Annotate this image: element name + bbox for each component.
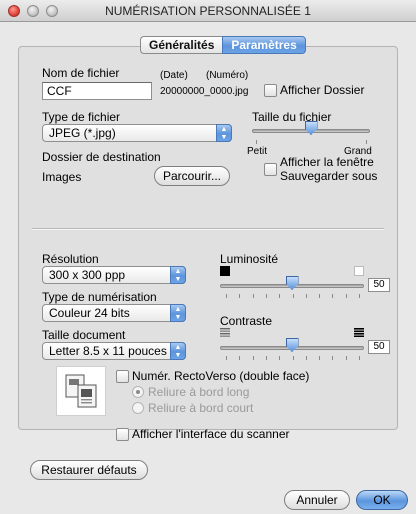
brightness-value[interactable]: 50 [368, 278, 390, 292]
scanner-interface-checkbox[interactable] [116, 428, 129, 441]
tick-mark [279, 294, 280, 298]
tick-mark [239, 356, 240, 360]
file-name-input[interactable]: CCF [42, 82, 152, 100]
document-size-select[interactable]: Letter 8.5 x 11 pouces ▲ ▼ [42, 342, 186, 360]
bind-short-edge-label: Reliure à bord court [148, 401, 254, 415]
document-size-value: Letter 8.5 x 11 pouces [49, 344, 167, 358]
tick-mark [253, 294, 254, 298]
number-label: (Numéro) [206, 70, 249, 81]
bind-long-edge-radio[interactable] [132, 386, 144, 398]
tick-mark [239, 294, 240, 298]
tab-general[interactable]: Généralités [140, 36, 223, 54]
scan-type-label: Type de numérisation [42, 290, 157, 304]
file-name-label: Nom de fichier [42, 66, 120, 80]
tab-parameters[interactable]: Paramètres [222, 36, 306, 54]
date-label: (Date) [160, 70, 188, 81]
show-folder-checkbox[interactable] [264, 84, 277, 97]
scan-type-value: Couleur 24 bits [49, 306, 130, 320]
tick-mark [346, 356, 347, 360]
tick-mark [253, 356, 254, 360]
show-folder-label: Afficher Dossier [280, 83, 365, 97]
tick-mark [256, 140, 257, 144]
tick-mark [359, 356, 360, 360]
document-size-label: Taille document [42, 328, 126, 342]
bind-short-edge-radio[interactable] [132, 402, 144, 414]
save-as-label-line1: Afficher la fenêtre [280, 155, 374, 169]
popup-arrows-icon: ▲ ▼ [216, 124, 232, 142]
tick-mark [306, 356, 307, 360]
file-size-label: Taille du fichier [252, 110, 332, 124]
popup-arrows-icon: ▲ ▼ [170, 342, 186, 360]
duplex-label: Numér. RectoVerso (double face) [132, 369, 310, 383]
contrast-ticks [226, 356, 360, 360]
tick-mark [332, 356, 333, 360]
brightness-ticks [226, 294, 360, 298]
tick-mark [279, 356, 280, 360]
contrast-value[interactable]: 50 [368, 340, 390, 354]
file-type-label: Type de fichier [42, 110, 121, 124]
tick-mark [332, 294, 333, 298]
contrast-label: Contraste [220, 314, 273, 328]
tick-mark [226, 294, 227, 298]
duplex-pages-icon [65, 374, 97, 408]
title-bar: NUMÉRISATION PERSONNALISÉE 1 [0, 0, 416, 22]
tick-mark [306, 294, 307, 298]
high-contrast-icon [354, 328, 364, 337]
cancel-button[interactable]: Annuler [284, 490, 350, 510]
brightness-label: Luminosité [220, 252, 279, 266]
tab-bar: Généralités Paramètres [140, 36, 306, 54]
scanner-interface-label: Afficher l'interface du scanner [132, 427, 290, 441]
dark-swatch-icon [220, 266, 230, 276]
tick-mark [266, 356, 267, 360]
duplex-icon [56, 366, 106, 416]
tick-mark [266, 294, 267, 298]
resolution-label: Résolution [42, 252, 99, 266]
tick-mark [319, 356, 320, 360]
popup-arrows-icon: ▲ ▼ [170, 266, 186, 284]
bind-long-edge-label: Reliure à bord long [148, 385, 250, 399]
save-as-checkbox[interactable] [264, 163, 277, 176]
tick-mark [293, 356, 294, 360]
tick-mark [366, 140, 367, 144]
ok-button[interactable]: OK [356, 490, 408, 510]
scan-type-select[interactable]: Couleur 24 bits ▲ ▼ [42, 304, 186, 322]
resolution-select[interactable]: 300 x 300 ppp ▲ ▼ [42, 266, 186, 284]
tick-mark [359, 294, 360, 298]
file-size-small-label: Petit [247, 146, 268, 157]
save-as-label-line2: Sauvegarder sous [280, 169, 378, 183]
restore-defaults-button[interactable]: Restaurer défauts [30, 460, 148, 480]
popup-arrows-icon: ▲ ▼ [170, 304, 186, 322]
destination-value: Images [42, 170, 82, 184]
duplex-checkbox[interactable] [116, 370, 129, 383]
tick-mark [226, 356, 227, 360]
divider [32, 228, 384, 230]
file-type-select[interactable]: JPEG (*.jpg) ▲ ▼ [42, 124, 232, 142]
tick-mark [319, 294, 320, 298]
resolution-value: 300 x 300 ppp [49, 268, 126, 282]
tick-mark [346, 294, 347, 298]
browse-button[interactable]: Parcourir... [154, 166, 230, 186]
destination-label: Dossier de destination [42, 150, 161, 164]
file-type-value: JPEG (*.jpg) [49, 126, 116, 140]
tick-mark [293, 294, 294, 298]
light-swatch-icon [354, 266, 364, 276]
file-name-example: 20000000_0000.jpg [160, 86, 249, 97]
window-title: NUMÉRISATION PERSONNALISÉE 1 [105, 4, 311, 18]
low-contrast-icon [220, 328, 230, 337]
